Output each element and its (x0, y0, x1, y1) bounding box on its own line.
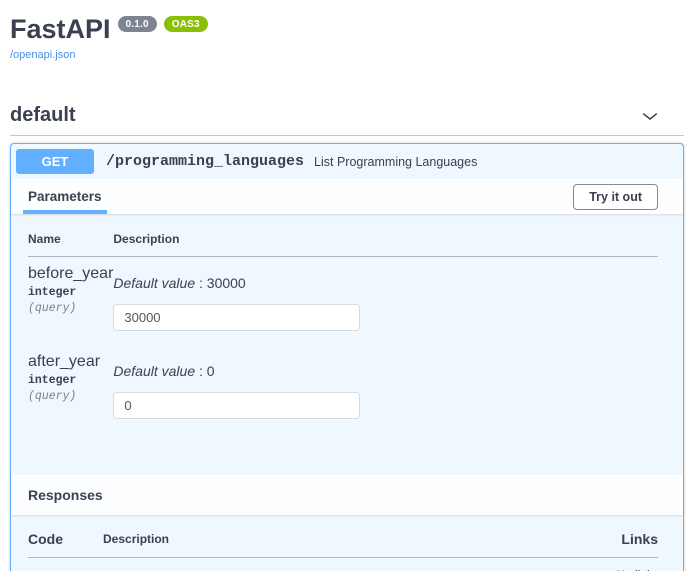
tab-parameters[interactable]: Parameters (23, 179, 107, 214)
responses-links-header: Links (524, 521, 658, 558)
endpoint-summary[interactable]: GET /programming_languages List Programm… (11, 144, 683, 179)
parameters-name-header: Name (28, 222, 113, 257)
parameter-type: integer (28, 286, 113, 299)
opblock-body: Parameters Try it out Name Description b… (11, 179, 683, 571)
responses-container: Code Description Links 200 Successful Re… (11, 515, 683, 571)
api-info: FastAPI 0.1.0 OAS3 /openapi.json (10, 15, 684, 63)
responses-header-bar: Responses (11, 475, 683, 515)
opblock-get: GET /programming_languages List Programm… (10, 143, 684, 571)
parameter-location: (query) (28, 390, 113, 403)
parameter-row: after_year integer (query) Default value… (28, 345, 658, 433)
parameter-value-input[interactable] (113, 392, 360, 419)
tab-parameters-label: Parameters (28, 189, 102, 210)
parameter-default-description: Default value : 0 (113, 353, 658, 379)
parameters-description-header: Description (113, 222, 658, 257)
response-row: 200 Successful Response No links (28, 558, 658, 571)
parameter-row: before_year integer (query) Default valu… (28, 257, 658, 346)
parameters-container: Name Description before_year integer (qu… (11, 214, 683, 475)
response-description: Successful Response (103, 566, 524, 571)
section-title: default (10, 104, 76, 127)
page-title: FastAPI (10, 15, 111, 43)
parameter-location: (query) (28, 302, 113, 315)
response-code: 200 (28, 558, 103, 571)
responses-table: Code Description Links 200 Successful Re… (28, 521, 658, 571)
responses-code-header: Code (28, 521, 103, 558)
responses-description-header: Description (103, 521, 524, 558)
endpoint-description: List Programming Languages (314, 155, 477, 169)
parameter-name: after_year (28, 353, 113, 371)
parameters-header-bar: Parameters Try it out (11, 179, 683, 214)
section-default-header[interactable]: default (10, 104, 684, 136)
http-method-badge: GET (16, 149, 94, 174)
oas-badge: OAS3 (164, 16, 208, 32)
version-badge: 0.1.0 (118, 16, 157, 32)
endpoint-path[interactable]: /programming_languages (106, 153, 304, 170)
try-it-out-button[interactable]: Try it out (573, 184, 658, 210)
responses-title: Responses (28, 487, 103, 503)
parameter-value-input[interactable] (113, 304, 360, 331)
parameters-table: Name Description before_year integer (qu… (28, 222, 658, 433)
chevron-down-icon[interactable] (640, 106, 660, 126)
openapi-spec-link[interactable]: /openapi.json (10, 49, 75, 61)
parameter-name: before_year (28, 265, 113, 283)
parameter-type: integer (28, 374, 113, 387)
response-links: No links (524, 558, 658, 571)
parameter-default-description: Default value : 30000 (113, 265, 658, 291)
